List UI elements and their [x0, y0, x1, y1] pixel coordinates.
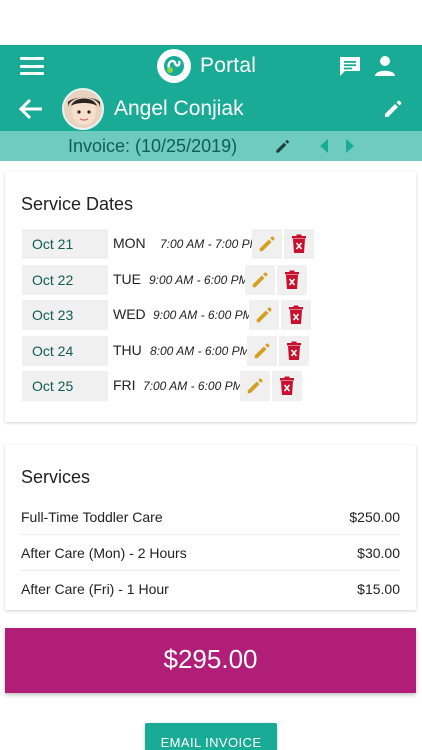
- edit-icon[interactable]: [252, 229, 282, 259]
- service-day: MON: [113, 235, 146, 251]
- service-time: 7:00 AM - 7:00 PM: [160, 237, 260, 251]
- delete-icon[interactable]: [281, 300, 311, 330]
- service-amount: $30.00: [357, 545, 400, 561]
- app-bar: Portal: [0, 45, 422, 87]
- service-time: 9:00 AM - 6:00 PM: [153, 308, 253, 322]
- service-row: Full-Time Toddler Care $250.00: [21, 499, 400, 535]
- message-icon[interactable]: [338, 55, 362, 77]
- service-name: Full-Time Toddler Care: [21, 509, 163, 525]
- service-amount: $250.00: [349, 509, 400, 525]
- service-date: Oct 25: [22, 371, 108, 401]
- service-date: Oct 22: [22, 265, 108, 295]
- service-dates-title: Service Dates: [21, 194, 134, 214]
- service-date-row: Oct 22 TUE 9:00 AM - 6:00 PM: [22, 265, 322, 295]
- person-icon[interactable]: [374, 55, 396, 77]
- edit-icon[interactable]: [249, 300, 279, 330]
- service-time: 9:00 AM - 6:00 PM: [149, 273, 249, 287]
- child-name: Angel Conjiak: [114, 97, 244, 120]
- service-day: TUE: [113, 271, 141, 287]
- status-area: [0, 0, 422, 45]
- email-invoice-button[interactable]: EMAIL INVOICE: [145, 723, 277, 750]
- service-time: 8:00 AM - 6:00 PM: [150, 344, 250, 358]
- services-title: Services: [21, 467, 91, 487]
- service-day: THU: [113, 342, 142, 358]
- child-bar: Angel Conjiak: [0, 87, 422, 131]
- app-title: Portal: [200, 54, 257, 77]
- total-amount: $295.00: [5, 628, 416, 693]
- invoice-title: Invoice: (10/25/2019): [68, 136, 238, 156]
- invoice-bar: Invoice: (10/25/2019): [0, 131, 422, 161]
- logo-icon: [157, 49, 191, 83]
- service-date-row: Oct 24 THU 8:00 AM - 6:00 PM: [22, 336, 322, 366]
- service-day: FRI: [113, 377, 136, 393]
- service-date: Oct 23: [22, 300, 108, 330]
- edit-icon[interactable]: [274, 138, 291, 155]
- service-amount: $15.00: [357, 581, 400, 597]
- service-dates-card: Service Dates Oct 21 MON 7:00 AM - 7:00 PM…: [5, 172, 416, 422]
- service-name: After Care (Mon) - 2 Hours: [21, 545, 187, 561]
- service-date-row: Oct 23 WED 9:00 AM - 6:00 PM: [22, 300, 322, 330]
- services-card: Services Full-Time Toddler Care $250.00 Af…: [5, 445, 416, 610]
- chevron-left-icon[interactable]: [318, 138, 330, 154]
- service-date: Oct 21: [22, 229, 108, 259]
- service-date-row: Oct 25 FRI 7:00 AM - 6:00 PM: [22, 371, 322, 401]
- menu-icon[interactable]: [20, 57, 44, 75]
- delete-icon[interactable]: [279, 336, 309, 366]
- service-name: After Care (Fri) - 1 Hour: [21, 581, 169, 597]
- delete-icon[interactable]: [284, 229, 314, 259]
- avatar[interactable]: [62, 88, 104, 130]
- delete-icon[interactable]: [277, 265, 307, 295]
- service-time: 7:00 AM - 6:00 PM: [143, 379, 243, 393]
- service-date: Oct 24: [22, 336, 108, 366]
- chevron-right-icon[interactable]: [344, 138, 356, 154]
- edit-icon[interactable]: [247, 336, 277, 366]
- delete-icon[interactable]: [272, 371, 302, 401]
- edit-icon[interactable]: [240, 371, 270, 401]
- service-row: After Care (Fri) - 1 Hour $15.00: [21, 571, 400, 607]
- service-day: WED: [113, 306, 146, 322]
- brand: Portal: [157, 49, 256, 83]
- edit-icon[interactable]: [382, 98, 404, 120]
- edit-icon[interactable]: [245, 265, 275, 295]
- service-date-row: Oct 21 MON 7:00 AM - 7:00 PM: [22, 229, 322, 259]
- service-row: After Care (Mon) - 2 Hours $30.00: [21, 535, 400, 571]
- back-arrow-icon[interactable]: [18, 97, 44, 121]
